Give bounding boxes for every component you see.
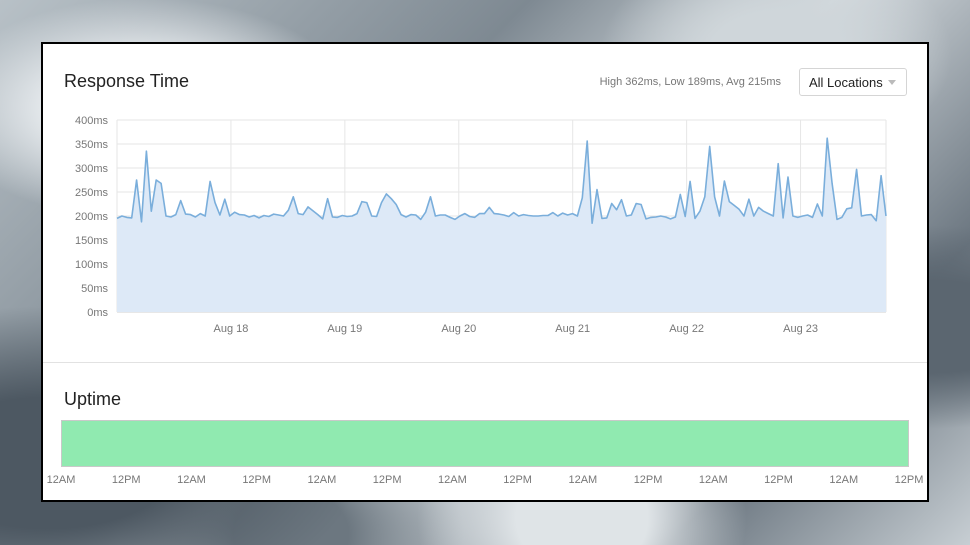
uptime-tick-label: 12AM [307,474,337,486]
uptime-tick-label: 12PM [503,474,532,486]
response-time-area [117,138,886,312]
uptime-tick-label: 12PM [633,474,663,486]
uptime-bar [61,420,909,467]
section-divider [43,362,927,363]
y-tick-label: 300ms [75,163,109,175]
uptime-tick-label: 12PM [111,474,141,486]
uptime-title: Uptime [64,389,122,409]
uptime-tick-label: 12AM [438,474,467,486]
dashboard-panel: Response Time High 362ms, Low 189ms, Avg… [41,42,929,502]
uptime-tick-label: 12PM [894,474,924,486]
uptime-tick-label: 12AM [177,474,206,486]
x-tick-label: Aug 20 [441,323,476,335]
uptime-tick-label: 12AM [829,474,859,486]
x-tick-label: Aug 21 [555,323,590,335]
y-tick-label: 150ms [75,235,109,247]
uptime-tick-label: 12AM [698,474,728,486]
uptime-tick-label: 12PM [764,474,793,486]
uptime-tick-label: 12AM [46,474,76,486]
x-tick-label: Aug 22 [669,323,704,335]
y-tick-label: 350ms [75,139,109,151]
y-tick-label: 0ms [87,307,108,319]
x-tick-label: Aug 19 [327,323,362,335]
y-tick-label: 200ms [75,211,109,223]
uptime-axis: 12AM 12PM 12AM 12PM 12AM 12PM 12AM 12PM 12AM 12PM… [43,474,927,490]
y-tick-label: 50ms [81,283,108,295]
y-tick-label: 250ms [75,187,109,199]
uptime-tick-label: 12PM [242,474,272,486]
y-tick-label: 400ms [75,115,109,127]
response-time-chart: 0ms 50ms 100ms 150ms 200ms 250ms 300ms 350ms 400… [75,115,887,335]
response-time-line [116,137,887,224]
x-tick-label: Aug 18 [213,323,248,335]
x-tick-label: Aug 23 [783,323,818,335]
uptime-tick-label: 12AM [568,474,598,486]
uptime-tick-label: 12PM [372,474,402,486]
y-tick-label: 100ms [75,259,109,271]
